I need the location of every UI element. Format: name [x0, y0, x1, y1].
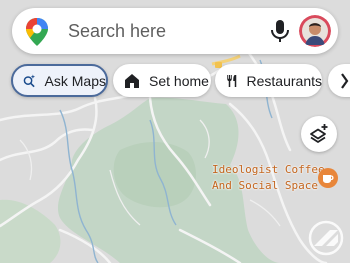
- fork-knife-icon: [227, 74, 237, 87]
- sparkle-search-icon: [23, 74, 36, 87]
- chip-label: Ask Maps: [44, 72, 106, 89]
- watermark-logo-icon: [308, 220, 344, 256]
- home-icon: [125, 73, 139, 88]
- more-chip-icon: [341, 72, 349, 89]
- poi-name-line2: And Social Space: [212, 179, 318, 192]
- chip-restaurants[interactable]: Restaurants: [215, 64, 322, 97]
- chip-ask-maps[interactable]: Ask Maps: [11, 64, 108, 97]
- microphone-icon[interactable]: [269, 19, 291, 43]
- cafe-icon[interactable]: [318, 168, 338, 188]
- search-bar[interactable]: Search here: [12, 8, 338, 54]
- poi-label[interactable]: Ideologist Coffee And Social Space: [212, 162, 325, 194]
- layers-button[interactable]: [301, 116, 337, 152]
- maps-screen: Search here Ask Maps Set home Restaurant…: [0, 0, 350, 263]
- chip-set-home[interactable]: Set home: [113, 64, 211, 97]
- search-input[interactable]: Search here: [68, 19, 166, 43]
- chip-label: Restaurants: [246, 72, 322, 89]
- user-avatar-icon[interactable]: [299, 15, 331, 47]
- layers-icon: [310, 124, 328, 143]
- maps-pin-logo-icon: [26, 18, 48, 46]
- chip-label: Set home: [149, 72, 209, 89]
- poi-name-line1: Ideologist Coffee: [212, 163, 325, 176]
